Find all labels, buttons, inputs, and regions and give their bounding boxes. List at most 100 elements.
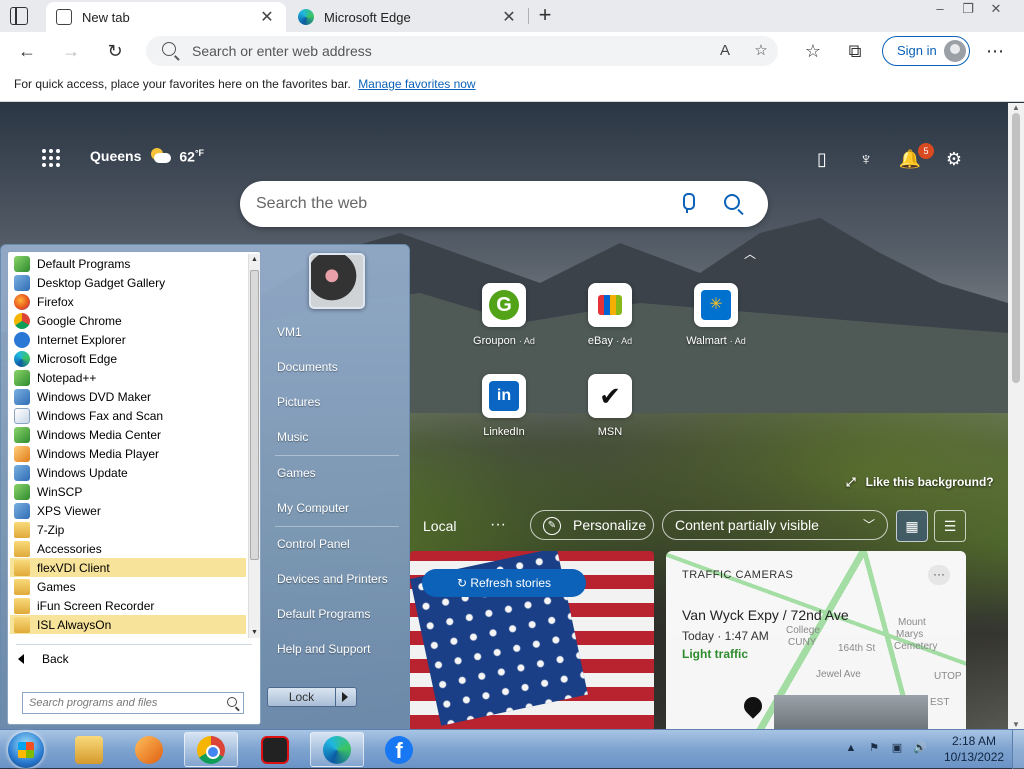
feed-tab-local[interactable]: Local [423,518,456,534]
start-search-input[interactable] [23,693,219,713]
program-notepad-plus-plus[interactable]: Notepad++ [10,368,246,387]
more-options-icon[interactable]: ··· [928,565,950,585]
program-windows-media-player[interactable]: Windows Media Player [10,444,246,463]
quick-link-msn[interactable]: ✔ MSN [570,374,650,438]
close-tab-icon[interactable]: ✕ [258,7,276,27]
back-arrow-icon[interactable]: ← [14,38,40,64]
forward-arrow-icon[interactable]: → [58,38,84,64]
taskbar-screen-recorder[interactable] [248,732,302,767]
shutdown-options-arrow-icon[interactable] [342,692,348,702]
start-link-documents[interactable]: Documents [267,350,407,385]
restore-icon[interactable]: ❐ [954,0,982,18]
refresh-stories-button[interactable]: ↻ Refresh stories [422,569,586,597]
start-search-box[interactable] [22,692,244,714]
program-internet-explorer[interactable]: Internet Explorer [10,330,246,349]
start-link-games[interactable]: Games [267,456,407,491]
close-tab-icon[interactable]: ✕ [500,7,518,27]
show-hidden-icons-icon[interactable]: ▲ [844,740,858,756]
refresh-icon[interactable]: ↻ [102,38,128,64]
sign-in-button[interactable]: Sign in [882,36,970,66]
traffic-camera-image[interactable] [774,695,928,729]
address-bar[interactable]: A ☆ [146,36,778,66]
program-windows-media-center[interactable]: Windows Media Center [10,425,246,444]
news-card-flag[interactable]: ↻ Refresh stories [410,551,654,729]
programs-scrollbar[interactable]: ▲ ▼ [248,254,260,638]
program-windows-dvd-maker[interactable]: Windows DVD Maker [10,387,246,406]
list-view-button[interactable]: ☰ [934,510,966,542]
program-windows-update[interactable]: Windows Update [10,463,246,482]
content-visibility-select[interactable]: Content partially visible ﹀ [662,510,888,540]
program-firefox[interactable]: Firefox [10,292,246,311]
start-link-pictures[interactable]: Pictures [267,385,407,420]
manage-favorites-link[interactable]: Manage favorites now [358,77,475,91]
tab-actions-icon[interactable] [10,7,28,25]
start-link-help-and-support[interactable]: Help and Support [267,632,407,667]
taskbar-windows-explorer[interactable] [62,732,116,767]
like-background-link[interactable]: ⤢ Like this background? [846,475,994,490]
show-desktop-button[interactable] [1012,730,1024,769]
weather-widget[interactable]: Queens 62°F [90,148,204,165]
more-options-icon[interactable]: ⋯ [982,38,1008,64]
taskbar-facebook[interactable]: f [372,732,426,767]
apps-grid-icon[interactable] [42,149,60,167]
volume-icon[interactable]: 🔊 [913,740,927,756]
address-input[interactable] [192,36,692,66]
program-google-chrome[interactable]: Google Chrome [10,311,246,330]
add-favorite-star-icon[interactable]: ☆ [750,40,772,62]
start-link-default-programs[interactable]: Default Programs [267,597,407,632]
folder-7-zip[interactable]: 7-Zip [10,520,246,539]
read-aloud-icon[interactable]: A [714,40,736,62]
scrollbar-thumb[interactable] [250,270,259,560]
lock-label[interactable]: Lock [268,688,336,706]
settings-gear-icon[interactable]: ⚙ [942,147,966,171]
new-tab-button[interactable]: + [534,3,556,27]
traffic-cameras-card[interactable]: College CUNY Mount Marys Cemetery UTOP E… [666,551,966,729]
quick-link-walmart[interactable]: ✳ Walmart · Ad [676,283,756,347]
rewards-trophy-icon[interactable]: ♆ [854,147,878,171]
quick-link-groupon[interactable]: G Groupon · Ad [464,283,544,347]
action-center-flag-icon[interactable]: ⚑ [867,740,881,756]
folder-flexvdi-client[interactable]: flexVDI Client [10,558,246,577]
program-microsoft-edge[interactable]: Microsoft Edge [10,349,246,368]
quick-link-ebay[interactable]: eBay · Ad [570,283,650,347]
lock-button[interactable]: Lock [267,687,357,707]
start-link-devices-and-printers[interactable]: Devices and Printers [267,562,407,597]
personalize-button[interactable]: ✎ Personalize [530,510,654,540]
web-search-input[interactable] [256,181,656,227]
chevron-up-icon[interactable]: ︿ [744,245,756,262]
taskbar-windows-media-player[interactable] [122,732,176,767]
web-search-box[interactable] [240,181,768,227]
folder-accessories[interactable]: Accessories [10,539,246,558]
close-window-icon[interactable]: ✕ [982,0,1010,18]
program-default-programs[interactable]: Default Programs [10,254,246,273]
program-xps-viewer[interactable]: XPS Viewer [10,501,246,520]
start-link-control-panel[interactable]: Control Panel [267,527,407,562]
tab-microsoft-edge[interactable]: Microsoft Edge ✕ [288,2,528,32]
page-scrollbar[interactable]: ▲ ▼ [1008,103,1024,729]
scrollbar-thumb[interactable] [1012,113,1020,383]
search-icon[interactable] [227,697,237,707]
program-desktop-gadget-gallery[interactable]: Desktop Gadget Gallery [10,273,246,292]
taskbar-google-chrome[interactable] [184,732,238,767]
favorites-icon[interactable]: ☆ [800,38,826,64]
user-picture[interactable] [309,253,365,309]
start-button[interactable] [8,732,44,768]
start-link-music[interactable]: Music [267,420,407,455]
folder-isl-alwayson[interactable]: ISL AlwaysOn [10,615,246,634]
start-link-user[interactable]: VM1 [267,315,407,350]
tab-new-tab[interactable]: New tab ✕ [46,2,286,32]
phone-icon[interactable]: ▯ [810,147,834,171]
back-button[interactable]: Back [18,652,69,666]
folder-ifun-screen-recorder[interactable]: iFun Screen Recorder [10,596,246,615]
collections-icon[interactable]: ⧉ [842,38,868,64]
more-options-icon[interactable]: ··· [490,516,506,534]
microphone-icon[interactable] [680,193,695,213]
quick-link-linkedin[interactable]: in LinkedIn [464,374,544,438]
program-winscp[interactable]: WinSCP [10,482,246,501]
taskbar-microsoft-edge[interactable] [310,732,364,767]
minimize-icon[interactable]: – [926,0,954,18]
start-link-my-computer[interactable]: My Computer [267,491,407,526]
system-clock[interactable]: 2:18 AM 10/13/2022 [944,733,1004,765]
search-icon[interactable] [724,194,740,210]
program-windows-fax-and-scan[interactable]: Windows Fax and Scan [10,406,246,425]
